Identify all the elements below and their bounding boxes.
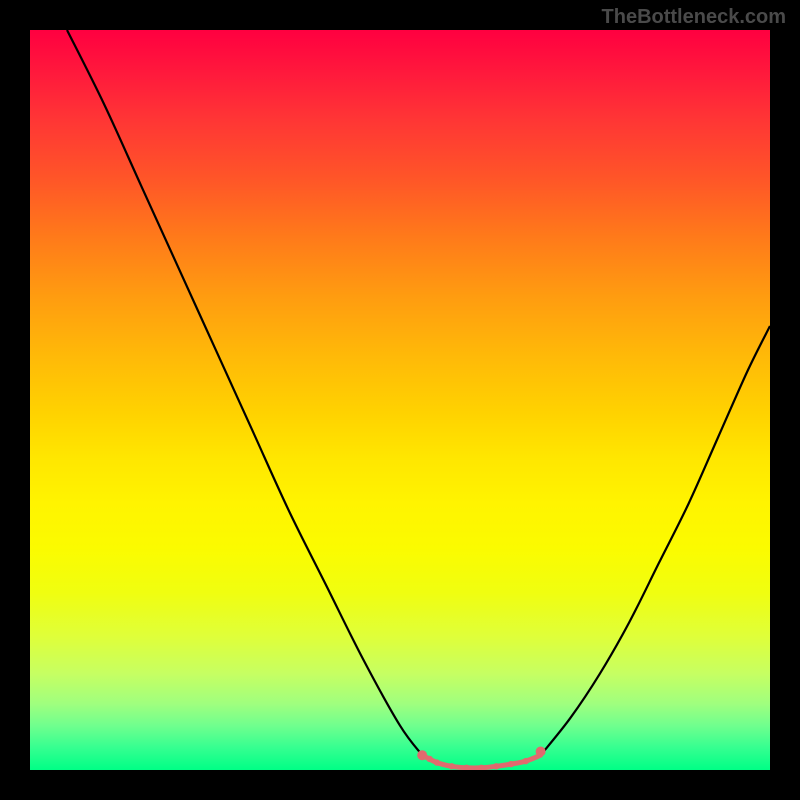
marker-dot — [508, 761, 514, 767]
marker-dot — [417, 750, 427, 760]
flat-segment-markers — [417, 747, 545, 771]
marker-dot — [536, 747, 546, 757]
plot-area — [30, 30, 770, 770]
marker-dot — [523, 758, 529, 764]
left-branch-curve — [67, 30, 422, 755]
right-branch-curve — [541, 326, 770, 755]
marker-dot — [449, 763, 455, 769]
marker-dot — [434, 759, 440, 765]
watermark-text: TheBottleneck.com — [602, 6, 786, 29]
marker-dot — [493, 763, 499, 769]
marker-dot — [426, 756, 432, 762]
curve-layer — [30, 30, 770, 770]
